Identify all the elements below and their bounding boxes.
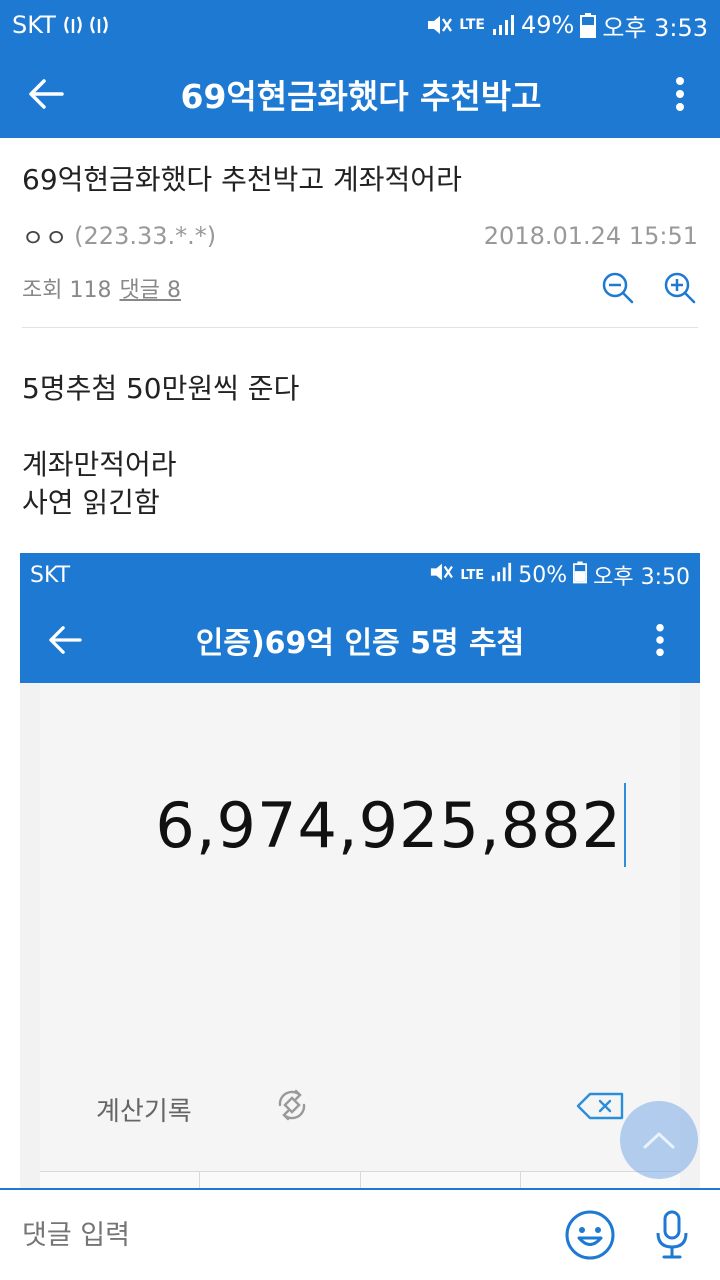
smiley-icon bbox=[565, 1210, 615, 1260]
body-line: 계좌만적어라 bbox=[22, 448, 177, 481]
microphone-icon bbox=[656, 1210, 688, 1259]
embedded-more-vertical-icon bbox=[620, 597, 700, 683]
comment-input[interactable] bbox=[22, 1219, 564, 1251]
body-line: 사연 읽긴함 bbox=[22, 486, 160, 519]
embedded-page-title: 인증)69억 인증 5명 추첨 bbox=[195, 626, 525, 661]
app-bar: 69억현금화했다 추천박고 bbox=[0, 50, 720, 138]
header-divider bbox=[22, 327, 698, 328]
embedded-app-bar: 인증)69억 인증 5명 추첨 bbox=[20, 597, 700, 683]
status-bar: SKT LTE 49% 오후 3:53 bbox=[0, 0, 720, 50]
zoom-controls bbox=[600, 270, 698, 306]
status-bar-right: LTE 49% 오후 3:53 bbox=[425, 8, 708, 43]
post-date: 2018.01.24 15:51 bbox=[483, 221, 698, 250]
signal-tower-icon bbox=[62, 13, 116, 37]
embedded-battery-percent: 50% bbox=[518, 562, 568, 588]
embedded-clock: 오후 3:50 bbox=[593, 565, 690, 590]
page-title: 69억현금화했다 추천박고 bbox=[180, 77, 542, 116]
embedded-carrier: SKT bbox=[30, 562, 71, 588]
post-title: 69억현금화했다 추천박고 계좌적어라 bbox=[22, 163, 462, 196]
embedded-vibrate-mute-icon bbox=[428, 561, 454, 589]
more-vertical-icon bbox=[676, 77, 684, 111]
zoom-in-icon bbox=[664, 272, 696, 304]
rotate-icon bbox=[272, 1085, 312, 1125]
embedded-battery-icon bbox=[573, 560, 588, 590]
carrier-label: SKT bbox=[12, 11, 56, 39]
comment-count-link[interactable]: 댓글 8 bbox=[119, 272, 180, 304]
scroll-to-top-button[interactable] bbox=[620, 1101, 698, 1179]
author-name: ㅇㅇ bbox=[22, 224, 69, 252]
comment-bar bbox=[0, 1188, 720, 1280]
status-bar-left: SKT bbox=[12, 11, 116, 39]
embedded-back-arrow-icon bbox=[20, 597, 110, 683]
voice-input-button[interactable] bbox=[654, 1209, 690, 1261]
chevron-up-icon bbox=[643, 1132, 675, 1149]
author-ip: (223.33.*.*) bbox=[74, 221, 217, 250]
calculator-value: 6,974,925,882 bbox=[155, 788, 622, 862]
post-body: 5명추첨 50만원씩 준다 계좌만적어라 사연 읽긴함 bbox=[22, 370, 299, 522]
embedded-screenshot[interactable]: SKT LTE 50% 오후 3:50 인증)69억 인증 5명 추첨 6,97… bbox=[20, 553, 700, 1193]
zoom-in-button[interactable] bbox=[662, 270, 698, 306]
overflow-menu-button[interactable] bbox=[640, 50, 720, 138]
cell-signal-icon bbox=[491, 13, 515, 37]
calculator-screen: 6,974,925,882 계산기록 bbox=[40, 683, 680, 1193]
embedded-network-type: LTE bbox=[460, 567, 485, 583]
author-row: ㅇㅇ (223.33.*.*) 2018.01.24 15:51 bbox=[22, 218, 698, 253]
zoom-out-button[interactable] bbox=[600, 270, 636, 306]
body-line: 5명추첨 50만원씩 준다 bbox=[22, 372, 300, 405]
view-count: 조회 118 bbox=[22, 278, 112, 303]
arrow-left-icon bbox=[29, 79, 64, 109]
clock: 오후 3:53 bbox=[602, 13, 708, 42]
calculator-display: 6,974,925,882 bbox=[155, 783, 626, 867]
battery-percent: 49% bbox=[520, 11, 575, 39]
embedded-signal-icon bbox=[490, 561, 512, 589]
battery-icon bbox=[580, 12, 597, 38]
emoji-button[interactable] bbox=[564, 1209, 616, 1261]
network-type-label: LTE bbox=[459, 17, 485, 33]
backspace-icon bbox=[576, 1091, 626, 1121]
text-cursor bbox=[624, 783, 626, 867]
embedded-status-bar: SKT LTE 50% 오후 3:50 bbox=[20, 553, 700, 597]
calculator-history-label: 계산기록 bbox=[96, 1097, 192, 1127]
zoom-out-icon bbox=[602, 272, 634, 304]
vibrate-mute-icon bbox=[425, 13, 453, 37]
stats-row: 조회 118 댓글 8 bbox=[22, 270, 698, 306]
back-button[interactable] bbox=[0, 50, 92, 138]
